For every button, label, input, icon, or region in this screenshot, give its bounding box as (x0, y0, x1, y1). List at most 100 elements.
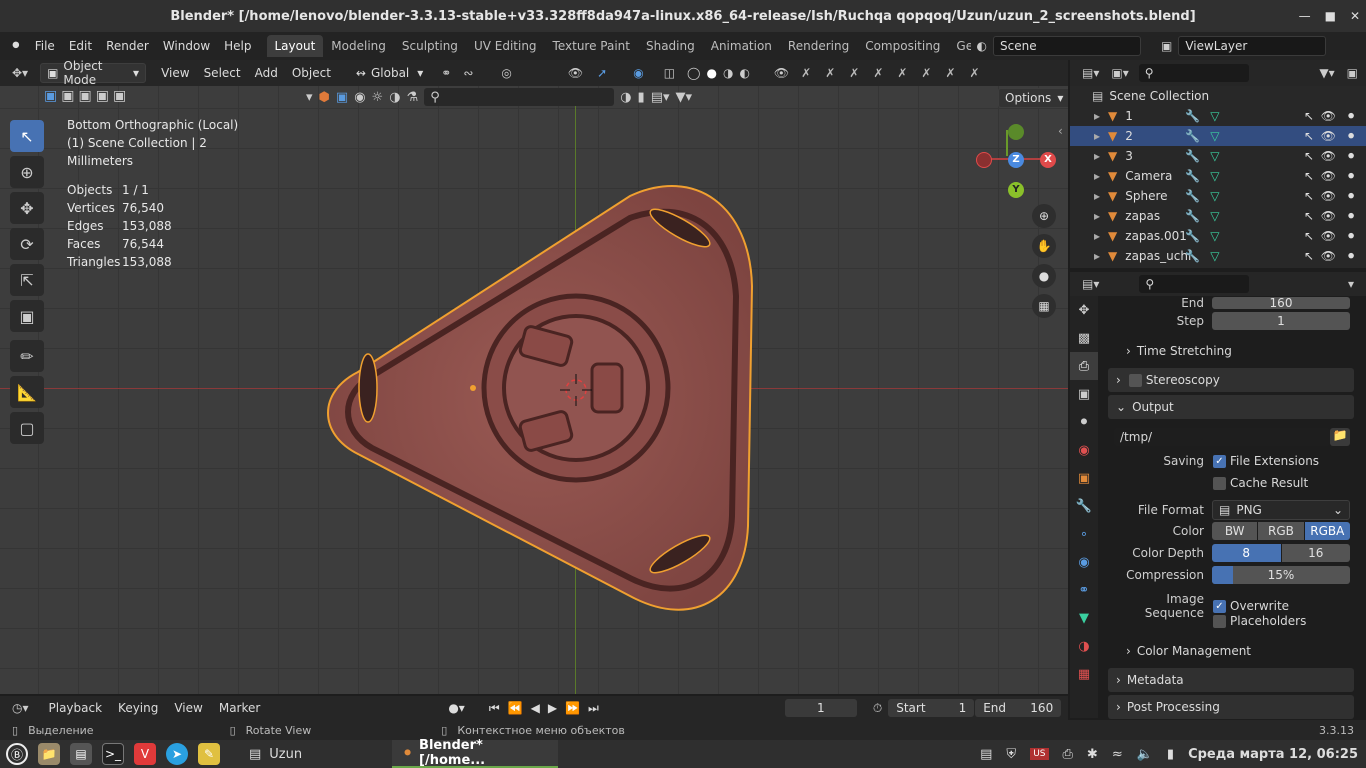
menu-render[interactable]: Render (99, 39, 156, 53)
view-layer-selector[interactable]: ViewLayer (1178, 36, 1327, 56)
eye-icon[interactable]: 👁 (1321, 109, 1336, 123)
clipboard-icon[interactable]: ▤ (980, 747, 992, 762)
shield-icon[interactable]: ⛨ (1006, 747, 1016, 762)
expand-arrow-icon[interactable]: ▸ (1094, 189, 1100, 203)
stereoscopy-checkbox[interactable] (1128, 373, 1142, 387)
compression-slider[interactable]: 15% (1212, 566, 1350, 584)
select-toggle-icon[interactable]: ↖ (1304, 229, 1314, 243)
calculator-icon[interactable]: ▤ (70, 743, 92, 765)
eye-icon[interactable]: 👁 (1321, 169, 1336, 183)
tab-rendering[interactable]: Rendering (780, 35, 857, 57)
play-icon[interactable]: ▶ (548, 701, 557, 715)
model-lid[interactable] (300, 166, 770, 616)
xray-icon[interactable]: ◫ (664, 66, 675, 80)
pan-hand-icon[interactable]: ✋ (1032, 234, 1056, 258)
outliner-item-zapas[interactable]: ▸ ▼ zapas 🔧 ▽ ↖ 👁 ⚫ (1070, 206, 1366, 226)
properties-search-input[interactable]: ⚲ (1139, 275, 1250, 293)
transform-tool[interactable]: ▣ (10, 300, 44, 332)
select-extend-icon[interactable]: ▣ (61, 88, 74, 104)
pivot-icon[interactable]: ⚭ (441, 66, 451, 80)
color-bw-button[interactable]: BW (1212, 522, 1258, 540)
material-tab-icon[interactable]: ◑ (1070, 632, 1098, 660)
outliner-item-Sphere[interactable]: ▸ ▼ Sphere 🔧 ▽ ↖ 👁 ⚫ (1070, 186, 1366, 206)
texture-tab-icon[interactable]: ▦ (1070, 660, 1098, 688)
eye-icon[interactable]: 👁 (1321, 209, 1336, 223)
jump-end-icon[interactable]: ⏭ (588, 701, 599, 716)
proportional-edit-icon[interactable]: ◎ (501, 66, 511, 80)
annotate-tool[interactable]: ✏ (10, 340, 44, 372)
expand-arrow-icon[interactable]: ▸ (1094, 249, 1100, 263)
keyboard-flag-icon[interactable]: US (1030, 748, 1049, 760)
scene-icon[interactable]: ◐ (977, 39, 987, 53)
shading-wireframe-icon[interactable]: ◯ (687, 66, 700, 80)
data-tab-icon[interactable]: ▼ (1070, 604, 1098, 632)
chevron-down-icon[interactable]: ▾ (1348, 277, 1354, 291)
color-rgba-button[interactable]: RGBA (1304, 522, 1350, 540)
menu-view[interactable]: View (154, 66, 196, 80)
modifier-tab-icon[interactable]: 🔧 (1070, 492, 1098, 520)
wifi-icon[interactable]: ≈ (1112, 747, 1123, 762)
telegram-icon[interactable]: ➤ (166, 743, 188, 765)
file-extensions-checkbox[interactable]: ✓ (1213, 454, 1226, 468)
scene-collection-row[interactable]: ▤ Scene Collection (1070, 86, 1366, 106)
menu-select[interactable]: Select (197, 66, 248, 80)
outliner-editor-icon[interactable]: ▤▾ (1082, 66, 1099, 80)
menu-help[interactable]: Help (217, 39, 258, 53)
tab-shading[interactable]: Shading (638, 35, 703, 57)
sphere-icon[interactable]: ◉ (354, 90, 365, 105)
camera-render-icon[interactable]: ⚫ (1346, 109, 1356, 123)
tab-sculpting[interactable]: Sculpting (394, 35, 466, 57)
chevron-down-icon[interactable]: ▾ (306, 90, 313, 105)
collection-visibility-icon[interactable]: 👁 (774, 66, 789, 80)
post-processing-panel[interactable]: › Post Processing (1108, 695, 1354, 719)
tab-modeling[interactable]: Modeling (323, 35, 394, 57)
grid-view-icon[interactable]: ▦ (1032, 294, 1056, 318)
start-frame-field[interactable]: Start 1 (888, 699, 975, 717)
camera-render-icon[interactable]: ⚫ (1346, 229, 1356, 243)
scene-objects-icon[interactable]: ⚗ (407, 90, 419, 105)
viewport-search-input[interactable]: ⚲ (424, 88, 615, 106)
close-icon[interactable]: ✕ (1350, 9, 1360, 23)
eye-icon[interactable]: 👁 (1321, 229, 1336, 243)
select-box-tool[interactable]: ↖ (10, 120, 44, 152)
volume-icon[interactable]: 🔈 (1137, 747, 1153, 762)
world-tab-icon[interactable]: ◉ (1070, 436, 1098, 464)
outliner-item-1[interactable]: ▸ ▼ 1 🔧 ▽ ↖ 👁 ⚫ (1070, 106, 1366, 126)
view-layer-tab-icon[interactable]: ▣ (1070, 380, 1098, 408)
overlay-toggle-icon[interactable]: ◉ (633, 66, 643, 80)
select-toggle-icon[interactable]: ↖ (1304, 109, 1314, 123)
maximize-icon[interactable]: ■ (1325, 9, 1336, 23)
bluetooth-icon[interactable]: ✱ (1087, 747, 1098, 762)
move-tool[interactable]: ✥ (10, 192, 44, 224)
outliner-item-zapas.001[interactable]: ▸ ▼ zapas.001 🔧 ▽ ↖ 👁 ⚫ (1070, 226, 1366, 246)
outliner-item-Camera[interactable]: ▸ ▼ Camera 🔧 ▽ ↖ 👁 ⚫ (1070, 166, 1366, 186)
color-rgb-button[interactable]: RGB (1258, 522, 1304, 540)
files-icon[interactable]: 📁 (38, 743, 60, 765)
color-management-panel[interactable]: › Color Management (1126, 644, 1251, 658)
properties-editor-icon[interactable]: ▤▾ (1082, 277, 1099, 291)
new-collection-icon[interactable]: ▣ (1347, 66, 1358, 80)
menu-edit[interactable]: Edit (62, 39, 99, 53)
output-tab-icon[interactable]: ⎙ (1070, 352, 1098, 380)
gizmo-x[interactable]: X (1040, 152, 1056, 168)
scene-selector[interactable]: Scene (992, 36, 1141, 56)
eye-icon[interactable]: 👁 (1321, 189, 1336, 203)
blender-logo-icon[interactable]: ⚫ (10, 38, 22, 54)
outliner-item-zapas_uchi[interactable]: ▸ ▼ zapas_uchi 🔧 ▽ ↖ 👁 ⚫ (1070, 246, 1366, 266)
tool-tab-icon[interactable]: ✥ (1070, 296, 1098, 324)
terminal-icon[interactable]: >_ (102, 743, 124, 765)
play-reverse-icon[interactable]: ◀ (531, 701, 540, 715)
select-toggle-icon[interactable]: ↖ (1304, 249, 1314, 263)
select-intersect-icon[interactable]: ▣ (113, 88, 126, 104)
printer-icon[interactable]: ⎙ (1063, 747, 1073, 762)
tab-layout[interactable]: Layout (266, 35, 324, 57)
measure-tool[interactable]: 📐 (10, 376, 44, 408)
tab-texture-paint[interactable]: Texture Paint (545, 35, 638, 57)
editor-type-icon[interactable]: ✥▾ (12, 66, 28, 80)
metadata-panel[interactable]: › Metadata (1108, 668, 1354, 692)
navigation-gizmo[interactable]: Y Z X (974, 116, 1058, 200)
gizmo-toggle-icon[interactable]: ➚ (597, 66, 607, 80)
select-toggle-icon[interactable]: ↖ (1304, 129, 1314, 143)
notes-icon[interactable]: ✎ (198, 743, 220, 765)
light-icon[interactable]: ☼ (372, 90, 384, 105)
